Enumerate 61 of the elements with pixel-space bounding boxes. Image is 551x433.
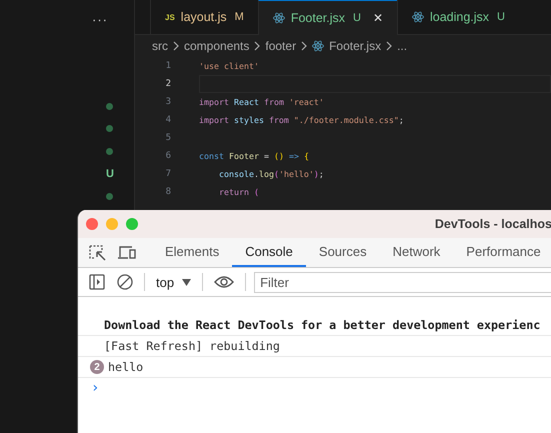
breadcrumb-item[interactable]: components [184,39,250,53]
line-number: 8 [164,187,171,197]
line-number: 3 [164,97,171,107]
devtools-tab[interactable]: Elements [152,238,232,267]
close-icon[interactable]: ✕ [372,11,383,25]
tab-label: loading.jsx [430,10,490,24]
chevron-icon [173,41,179,51]
git-status-dot [106,192,113,200]
breadcrumb-item[interactable]: src [152,39,168,53]
breadcrumb-item[interactable]: footer [265,39,296,53]
chevron-icon [386,41,392,51]
line-number: 1 [164,61,171,71]
device-icon[interactable] [117,244,137,260]
code-line: import styles from "./footer.module.css"; [199,115,404,125]
line-number: 5 [164,133,171,143]
line-number: 7 [164,169,171,179]
editor-tab[interactable]: loading.jsx U [396,0,519,34]
devtools-tab[interactable]: Performance [453,238,551,267]
inspect-icon[interactable] [89,244,107,260]
more-icon[interactable]: ··· [0,0,134,33]
devtools-tab[interactable]: Console [232,238,306,267]
git-status-dot [106,102,113,110]
chevron-icon [301,41,308,51]
console-message: hello [108,360,144,374]
code-line: console.log('hello'); [218,169,324,179]
atom-icon [412,11,424,23]
tab-label: Footer.jsx [290,11,346,25]
editor-tab[interactable]: Footer.jsx U ✕ [258,0,397,35]
devtools-tab[interactable]: Network [380,238,454,267]
git-status-letter: U [497,11,505,23]
line-number: 2 [164,79,171,89]
git-status-letter: U [106,168,114,180]
git-status-letter: U [353,12,361,24]
caret-icon [182,278,192,286]
console-message: Download the React DevTools for a better development experienc [104,318,540,332]
git-status-dot [106,148,113,155]
prompt-icon[interactable]: › [91,380,100,396]
chevron-icon [254,41,260,51]
atom-icon [312,40,324,52]
breadcrumb-item[interactable]: ... [397,39,408,53]
filter-field[interactable]: Filter [254,272,551,292]
sidebar-icon[interactable] [89,274,105,290]
git-status-letter: M [234,11,244,23]
tab-label: layout.js [180,10,227,24]
devtools-tab[interactable]: Sources [306,238,380,267]
close-button[interactable] [86,218,98,230]
js-file-icon: JS [165,12,175,22]
line-number: 4 [164,115,171,125]
code-line: return ( [218,187,259,197]
context-dropdown[interactable]: top [151,274,196,290]
breadcrumb-item[interactable]: Footer.jsx [329,39,382,53]
clear-console-icon[interactable] [117,274,133,290]
console-message: [Fast Refresh] rebuilding [104,339,280,353]
code-line: import React from 'react' [199,97,324,107]
eye-icon[interactable] [214,275,234,289]
line-number: 6 [164,151,171,161]
git-status-dot [106,125,113,132]
repeat-count-badge: 2 [90,360,104,374]
code-line: const Footer = () => { [199,151,309,161]
atom-icon [272,12,285,24]
code-line: 'use client' [199,61,259,71]
